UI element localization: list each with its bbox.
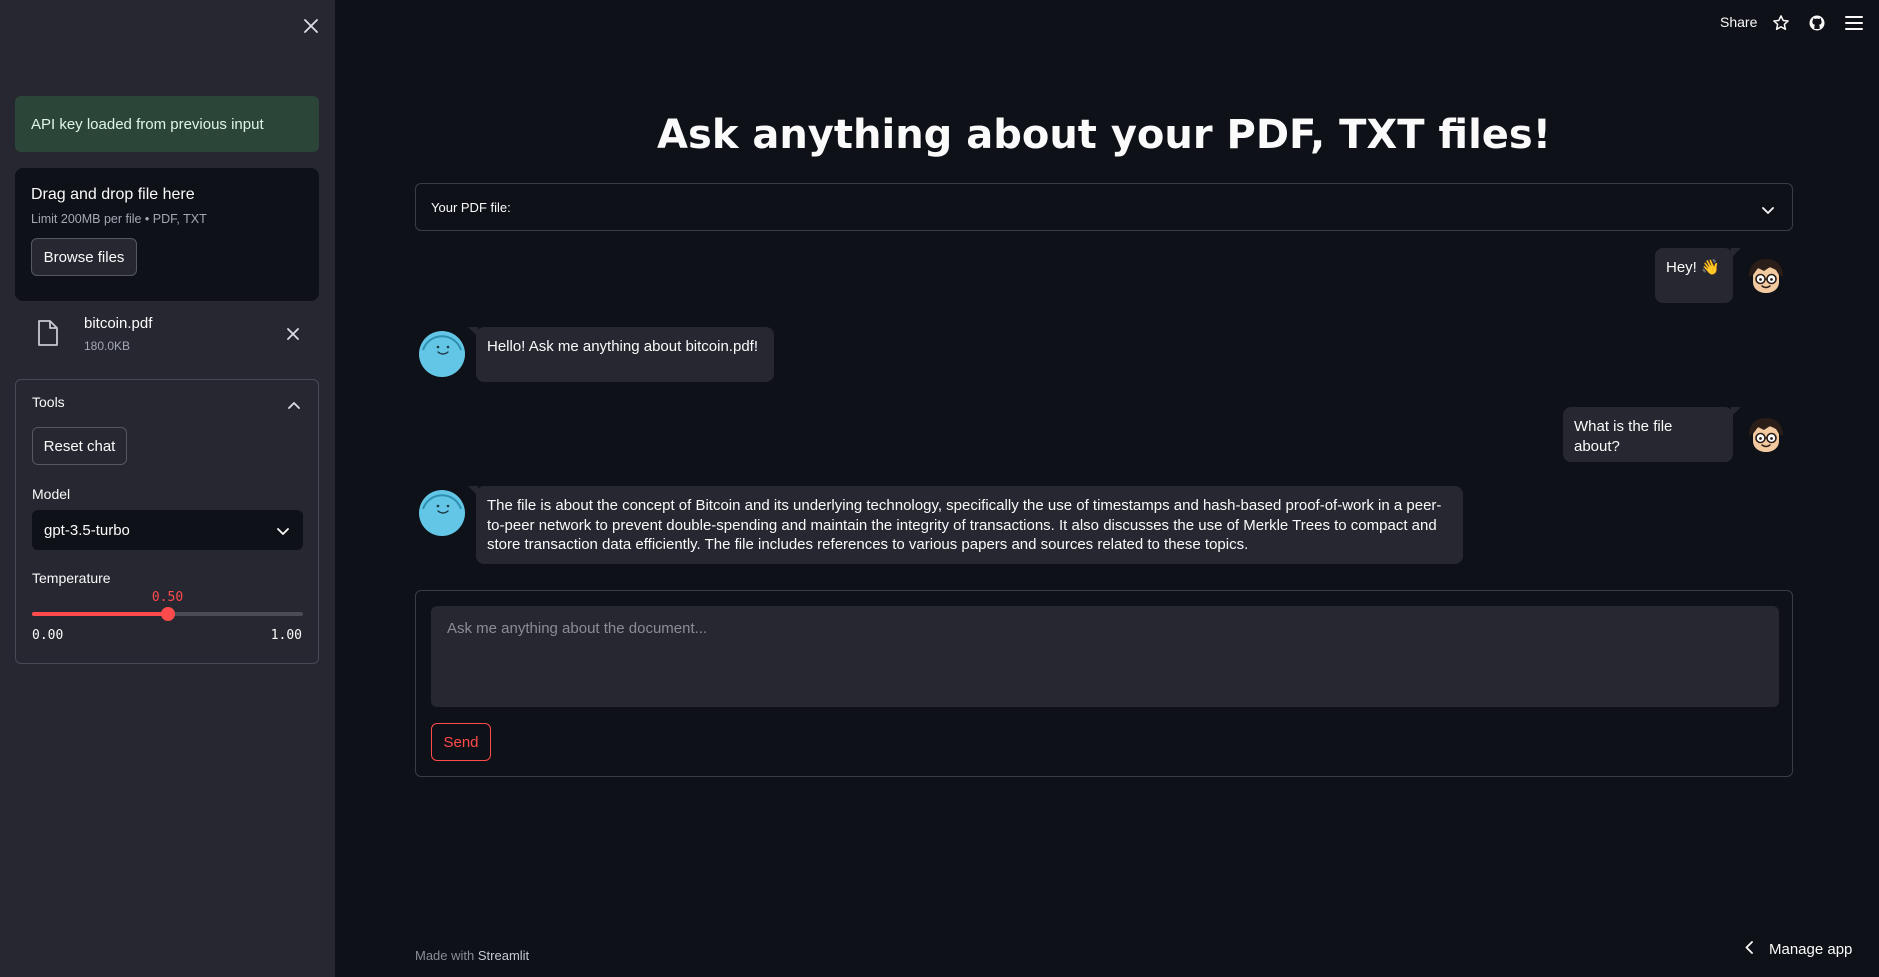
user-avatar-icon xyxy=(1749,418,1783,452)
footer: Made with Streamlit xyxy=(415,948,529,963)
tools-header[interactable]: Tools xyxy=(32,394,65,410)
browse-files-button[interactable]: Browse files xyxy=(31,238,137,276)
chevron-up-icon[interactable] xyxy=(288,396,300,414)
chat-form: Send xyxy=(415,590,1793,777)
star-icon[interactable] xyxy=(1770,12,1792,34)
manage-app-label: Manage app xyxy=(1769,941,1853,958)
slider-fill xyxy=(32,612,168,616)
message-text: Hello! Ask me anything about bitcoin.pdf… xyxy=(487,338,758,355)
message-text: Hey! 👋 xyxy=(1666,259,1720,276)
temperature-max: 1.00 xyxy=(270,628,302,643)
chevron-left-icon xyxy=(1745,941,1753,958)
uploader-limit: Limit 200MB per file • PDF, TXT xyxy=(31,212,207,226)
chevron-down-icon xyxy=(277,523,289,540)
assistant-avatar-icon xyxy=(419,490,465,536)
model-label: Model xyxy=(32,486,71,502)
temperature-min: 0.00 xyxy=(32,628,64,643)
assistant-message: Hello! Ask me anything about bitcoin.pdf… xyxy=(468,327,774,382)
manage-app-button[interactable]: Manage app xyxy=(1745,941,1852,958)
main-menu-icon[interactable] xyxy=(1843,12,1865,34)
remove-file-icon[interactable] xyxy=(281,322,305,346)
close-sidebar-icon[interactable] xyxy=(297,12,325,40)
pdf-file-expander-label: Your PDF file: xyxy=(431,200,511,215)
uploader-title: Drag and drop file here xyxy=(31,186,195,203)
streamlit-link[interactable]: Streamlit xyxy=(478,948,529,963)
message-text: The file is about the concept of Bitcoin… xyxy=(487,497,1442,553)
share-button[interactable]: Share xyxy=(1720,14,1757,30)
assistant-avatar-icon xyxy=(419,331,465,377)
file-size: 180.0KB xyxy=(84,339,131,353)
temperature-slider[interactable] xyxy=(32,607,303,621)
assistant-message: The file is about the concept of Bitcoin… xyxy=(468,486,1463,564)
user-message: Hey! 👋 xyxy=(1655,248,1741,303)
chevron-down-icon xyxy=(1762,202,1774,220)
temperature-value: 0.50 xyxy=(151,590,184,605)
page-title: Ask anything about your PDF, TXT files! xyxy=(657,112,1551,158)
github-icon[interactable] xyxy=(1806,12,1828,34)
user-avatar-icon xyxy=(1749,259,1783,293)
temperature-label: Temperature xyxy=(32,570,111,586)
reset-chat-button[interactable]: Reset chat xyxy=(32,427,127,465)
app: API key loaded from previous input Drag … xyxy=(0,0,1879,977)
slider-thumb[interactable] xyxy=(160,607,175,621)
file-uploader-dropzone[interactable]: Drag and drop file here Limit 200MB per … xyxy=(15,168,319,301)
model-select-value: gpt-3.5-turbo xyxy=(44,521,130,539)
success-message: API key loaded from previous input xyxy=(31,115,264,133)
user-message: What is the file about? xyxy=(1563,407,1741,462)
send-button[interactable]: Send xyxy=(431,723,491,761)
tools-expander: Tools Reset chat Model gpt-3.5-turbo Tem… xyxy=(15,379,319,664)
footer-made-with: Made with xyxy=(415,948,475,963)
file-name: bitcoin.pdf xyxy=(84,315,153,332)
file-icon xyxy=(37,319,59,352)
model-select[interactable]: gpt-3.5-turbo xyxy=(32,510,303,550)
success-alert: API key loaded from previous input xyxy=(15,96,319,152)
message-text: What is the file about? xyxy=(1574,418,1673,455)
uploaded-file: bitcoin.pdf 180.0KB xyxy=(15,309,319,359)
sidebar: API key loaded from previous input Drag … xyxy=(0,0,335,977)
question-input[interactable] xyxy=(431,606,1779,707)
pdf-file-expander[interactable]: Your PDF file: xyxy=(415,183,1793,231)
